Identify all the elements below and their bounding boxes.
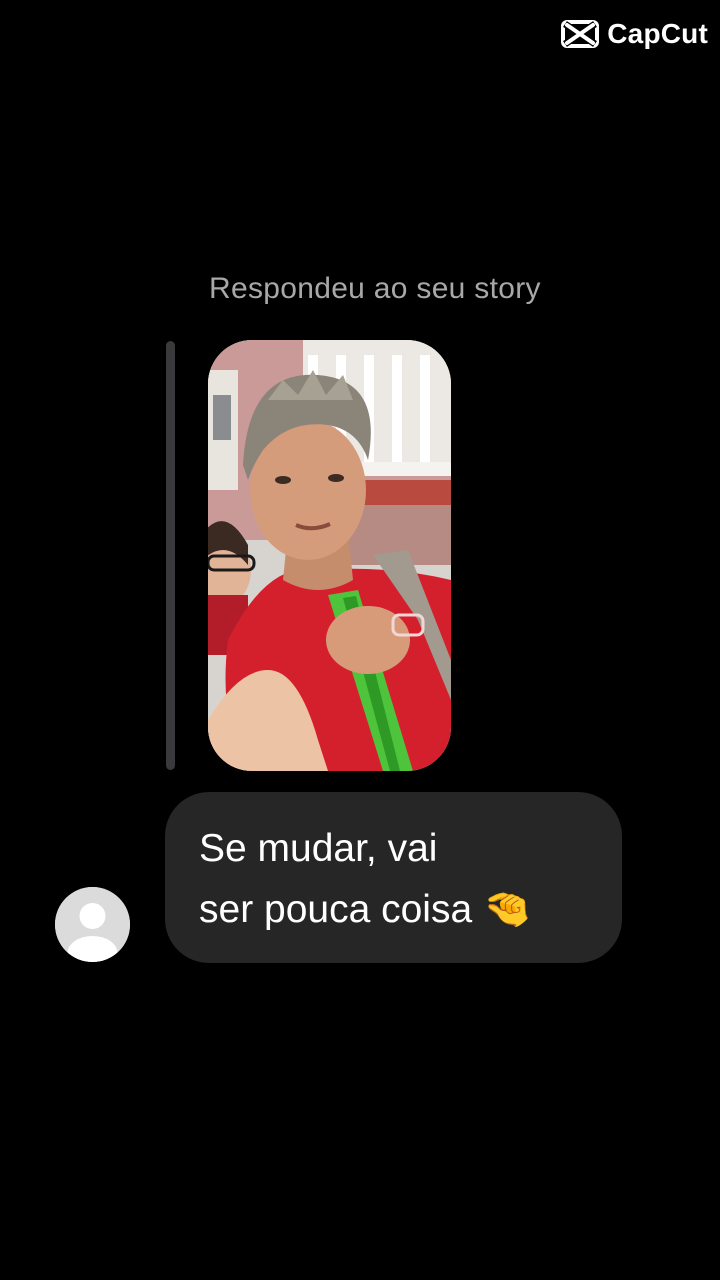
default-avatar-icon <box>55 887 130 962</box>
message-text-line-2: ser pouca coisa 🤏 <box>199 879 622 940</box>
reply-quote-bar <box>166 341 175 770</box>
sender-avatar[interactable] <box>55 887 130 962</box>
capcut-watermark: CapCut <box>561 18 708 50</box>
message-text-line-1: Se mudar, vai <box>199 827 438 870</box>
story-thumbnail[interactable] <box>208 340 451 771</box>
story-reply-label: Respondeu ao seu story <box>209 272 541 305</box>
capcut-logo-icon <box>561 19 600 49</box>
message-bubble[interactable]: Se mudar, vai ser pouca coisa 🤏 <box>165 792 622 963</box>
pinching-hand-emoji: 🤏 <box>483 888 532 931</box>
message-text-line-2-words: ser pouca coisa <box>199 888 473 931</box>
capcut-brand-text: CapCut <box>607 18 708 49</box>
